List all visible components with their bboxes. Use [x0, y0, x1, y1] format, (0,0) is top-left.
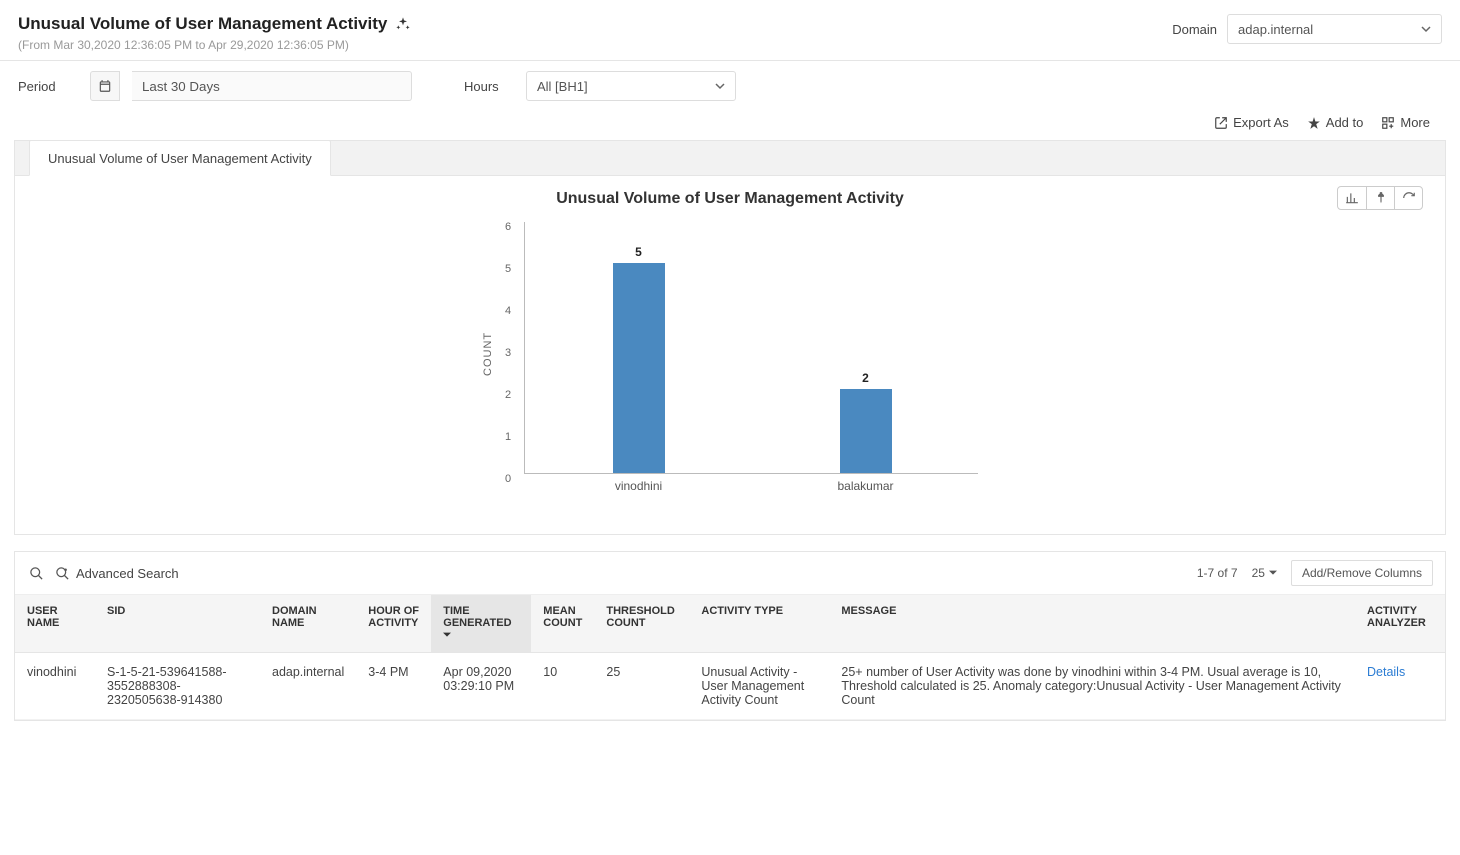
domain-group: Domain adap.internal	[1172, 14, 1442, 44]
advanced-search-button[interactable]: Advanced Search	[55, 566, 179, 581]
chart-title: Unusual Volume of User Management Activi…	[25, 190, 1435, 208]
domain-value: adap.internal	[1238, 22, 1313, 37]
sparkle-icon	[395, 16, 411, 32]
domain-label: Domain	[1172, 22, 1217, 37]
search-icon[interactable]	[27, 564, 45, 582]
more-button[interactable]: More	[1381, 115, 1430, 130]
page-title: Unusual Volume of User Management Activi…	[18, 14, 411, 34]
filters-row: Period Hours All [BH1]	[0, 61, 1460, 109]
table-row[interactable]: vinodhiniS-1-5-21-539641588-3552888308-2…	[15, 653, 1445, 720]
col-domain-name[interactable]: DOMAIN NAME	[260, 595, 356, 653]
add-to-button[interactable]: Add to	[1307, 115, 1364, 130]
hours-value: All [BH1]	[537, 79, 588, 94]
page-size-value: 25	[1252, 566, 1265, 580]
page-size-select[interactable]: 25	[1252, 566, 1277, 580]
cell-domain-name: adap.internal	[260, 653, 356, 720]
chart: 0 1 2 3 4 5 6 5 vinodhini 2 balakumar	[498, 214, 978, 494]
page-title-text: Unusual Volume of User Management Activi…	[18, 14, 387, 34]
y-tick: 0	[505, 473, 511, 485]
chart-panel: Unusual Volume of User Management Activi…	[14, 176, 1446, 535]
calendar-button[interactable]	[90, 71, 120, 101]
toolbar-right: 1-7 of 7 25 Add/Remove Columns	[1197, 560, 1433, 586]
y-tick: 3	[505, 347, 511, 359]
toolbar-left: Advanced Search	[27, 564, 179, 582]
sort-desc-icon	[443, 631, 451, 639]
details-link[interactable]: Details	[1367, 665, 1405, 679]
col-mean-count[interactable]: MEAN COUNT	[531, 595, 594, 653]
pin-icon[interactable]	[1366, 187, 1394, 209]
cell-sid: S-1-5-21-539641588-3552888308-2320505638…	[95, 653, 260, 720]
col-activity-type[interactable]: ACTIVITY TYPE	[689, 595, 829, 653]
pagination-status: 1-7 of 7	[1197, 566, 1238, 580]
actions-row: Export As Add to More	[0, 109, 1460, 140]
table-section: Advanced Search 1-7 of 7 25 Add/Remove C…	[14, 551, 1446, 721]
table-header-row: USER NAME SID DOMAIN NAME HOUR OF ACTIVI…	[15, 595, 1445, 653]
cell-hour-of-activity: 3-4 PM	[356, 653, 431, 720]
y-tick: 4	[505, 305, 511, 317]
col-user-name[interactable]: USER NAME	[15, 595, 95, 653]
cell-message: 25+ number of User Activity was done by …	[829, 653, 1355, 720]
tab-bar: Unusual Volume of User Management Activi…	[14, 140, 1446, 176]
header-left: Unusual Volume of User Management Activi…	[18, 14, 411, 52]
y-tick: 6	[505, 221, 511, 233]
tab-label: Unusual Volume of User Management Activi…	[48, 151, 312, 166]
chart-toolbar	[1337, 186, 1423, 210]
add-remove-columns-button[interactable]: Add/Remove Columns	[1291, 560, 1433, 586]
hours-label: Hours	[464, 79, 514, 94]
export-as-button[interactable]: Export As	[1214, 115, 1289, 130]
chevron-down-icon	[1421, 24, 1431, 34]
hours-select[interactable]: All [BH1]	[526, 71, 736, 101]
chart-wrap: COUNT 0 1 2 3 4 5 6 5 vinodhini 2 balakumar	[25, 214, 1435, 494]
tab-unusual-volume[interactable]: Unusual Volume of User Management Activi…	[29, 140, 331, 176]
col-message[interactable]: MESSAGE	[829, 595, 1355, 653]
bar[interactable]	[613, 263, 665, 473]
period-input[interactable]	[132, 71, 412, 101]
cell-threshold-count: 25	[594, 653, 689, 720]
y-tick: 2	[505, 389, 511, 401]
col-sid[interactable]: SID	[95, 595, 260, 653]
cell-mean-count: 10	[531, 653, 594, 720]
period-label: Period	[18, 79, 78, 94]
bar-value-label: 2	[840, 371, 892, 385]
col-threshold-count[interactable]: THRESHOLD COUNT	[594, 595, 689, 653]
bar[interactable]	[840, 389, 892, 473]
cell-activity-type: Unusual Activity - User Management Activ…	[689, 653, 829, 720]
header: Unusual Volume of User Management Activi…	[0, 0, 1460, 61]
refresh-icon[interactable]	[1394, 187, 1422, 209]
page-subtitle: (From Mar 30,2020 12:36:05 PM to Apr 29,…	[18, 38, 411, 52]
cell-user-name: vinodhini	[15, 653, 95, 720]
x-category-label: vinodhini	[615, 479, 662, 493]
y-tick: 1	[505, 431, 511, 443]
advanced-search-label: Advanced Search	[76, 566, 179, 581]
col-hour-of-activity[interactable]: HOUR OF ACTIVITY	[356, 595, 431, 653]
x-category-label: balakumar	[837, 479, 893, 493]
bar-value-label: 5	[613, 245, 665, 259]
table-toolbar: Advanced Search 1-7 of 7 25 Add/Remove C…	[15, 552, 1445, 595]
export-as-label: Export As	[1233, 115, 1289, 130]
columns-button-label: Add/Remove Columns	[1302, 566, 1422, 580]
cell-activity-analyzer: Details	[1355, 653, 1445, 720]
results-table: USER NAME SID DOMAIN NAME HOUR OF ACTIVI…	[15, 595, 1445, 720]
chart-type-icon[interactable]	[1338, 187, 1366, 209]
col-activity-analyzer[interactable]: ACTIVITY ANALYZER	[1355, 595, 1445, 653]
cell-time-generated: Apr 09,2020 03:29:10 PM	[431, 653, 531, 720]
y-tick: 5	[505, 263, 511, 275]
add-to-label: Add to	[1326, 115, 1364, 130]
chevron-down-icon	[715, 81, 725, 91]
col-time-generated[interactable]: TIME GENERATED	[431, 595, 531, 653]
plot-area: 01234565vinodhini2balakumar	[524, 222, 978, 474]
more-label: More	[1400, 115, 1430, 130]
domain-select[interactable]: adap.internal	[1227, 14, 1442, 44]
y-axis-label: COUNT	[482, 324, 494, 384]
